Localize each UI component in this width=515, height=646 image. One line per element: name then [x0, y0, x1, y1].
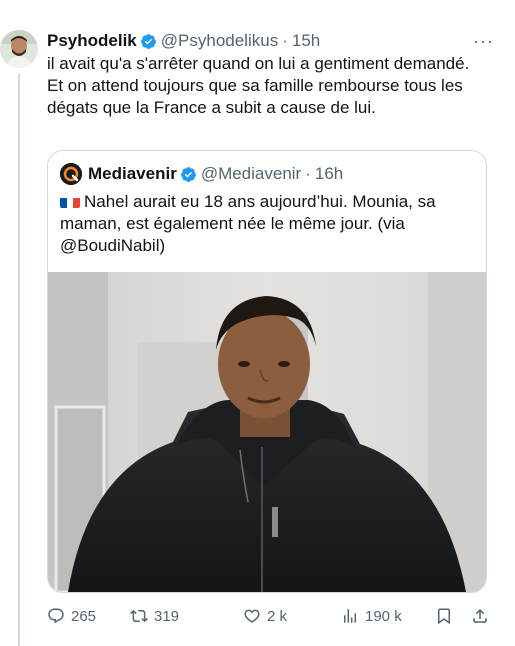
reply-icon: [48, 608, 64, 624]
separator-dot: ·: [305, 164, 311, 183]
share-icon: [473, 608, 487, 623]
tweet-text-line-1: il avait qu'a s'arrêter quand on lui a g…: [47, 54, 470, 73]
tweet-header: Psyhodelik @Psyhodelikus · 15h: [47, 30, 320, 52]
quoted-tweet-header: Mediavenir @Mediavenir · 16h: [60, 163, 343, 185]
like-button[interactable]: 2 k: [243, 604, 287, 628]
author-handle[interactable]: @Psyhodelikus: [161, 31, 278, 51]
timestamp[interactable]: 15h: [292, 31, 320, 51]
views-count: 190 k: [365, 607, 402, 625]
quoted-author-handle[interactable]: @Mediavenir: [201, 164, 301, 184]
tweet-text-line-2: Et on attend toujours que sa famille rem…: [47, 76, 463, 117]
retweet-icon: [130, 609, 148, 623]
reply-button[interactable]: 265: [47, 604, 96, 628]
tweet-text: il avait qu'a s'arrêter quand on lui a g…: [47, 53, 497, 119]
quoted-tweet-photo[interactable]: [48, 272, 486, 592]
quoted-tweet[interactable]: Mediavenir @Mediavenir · 16h Nahel aurai…: [47, 150, 487, 593]
france-flag-icon: [60, 195, 80, 208]
quoted-tweet-body: Nahel aurait eu 18 ans aujourd’hui. Moun…: [60, 192, 436, 255]
like-count: 2 k: [267, 607, 288, 625]
bookmark-icon: [438, 608, 450, 625]
avatar[interactable]: [0, 30, 38, 68]
bookmark-button[interactable]: [435, 604, 459, 628]
quoted-tweet-text: Nahel aurait eu 18 ans aujourd’hui. Moun…: [60, 191, 472, 257]
verified-badge-icon: [180, 166, 197, 183]
action-bar: 265 319 2 k 190 k: [47, 604, 493, 628]
retweet-button[interactable]: 319: [130, 604, 179, 628]
views-chart-icon: [344, 609, 356, 623]
quoted-author-name[interactable]: Mediavenir: [88, 164, 177, 184]
heart-icon: [244, 609, 260, 623]
more-options-icon[interactable]: ···: [473, 30, 494, 52]
thread-line: [18, 74, 20, 646]
verified-badge-icon: [140, 33, 157, 50]
reply-count: 265: [71, 607, 97, 625]
quoted-timestamp[interactable]: 16h: [315, 164, 343, 184]
share-button[interactable]: [471, 604, 495, 628]
retweet-count: 319: [154, 607, 180, 625]
mediavenir-logo-icon[interactable]: [60, 163, 82, 185]
separator-dot: ·: [282, 31, 288, 50]
author-name[interactable]: Psyhodelik: [47, 31, 137, 51]
tweet[interactable]: Psyhodelik @Psyhodelikus · 15h ··· il av…: [0, 0, 515, 646]
views-button[interactable]: 190 k: [341, 604, 402, 628]
